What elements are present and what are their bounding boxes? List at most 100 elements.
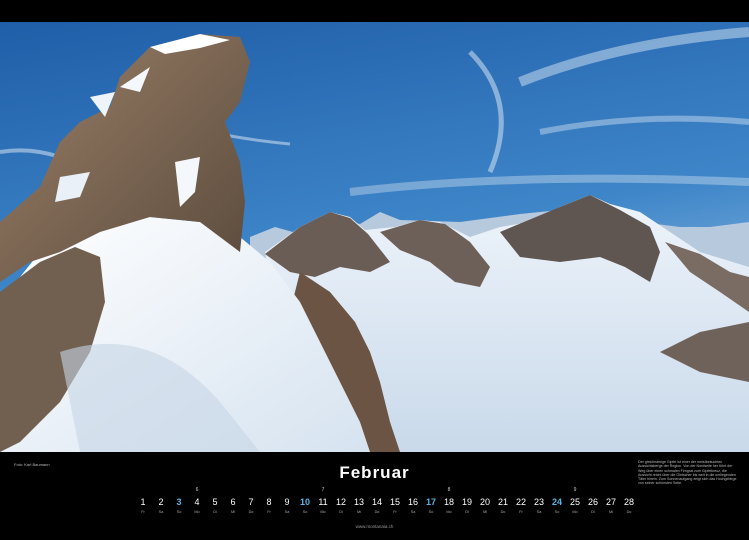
mountain-photo (0, 22, 749, 452)
weekday-abbrev: So (554, 510, 560, 514)
calendar-day: 27 Mi (602, 486, 620, 526)
week-number (224, 486, 242, 495)
day-number: 5 (212, 497, 218, 507)
week-number: 8 (447, 487, 451, 493)
day-number: 2 (158, 497, 164, 507)
calendar-day: 21 Do (494, 486, 512, 526)
week-number: 7 (321, 487, 325, 493)
weekday-abbrev: Fr (393, 510, 397, 514)
weekday-abbrev: Fr (519, 510, 523, 514)
day-number: 28 (623, 497, 634, 507)
calendar-day: 6 Mi (224, 486, 242, 526)
day-number: 15 (389, 497, 400, 507)
calendar-day: 9 Sa (278, 486, 296, 526)
week-number (170, 486, 188, 495)
week-number (260, 486, 278, 495)
calendar-day: 28 Do (620, 486, 638, 526)
weekday-abbrev: Mi (356, 510, 361, 514)
weekday-abbrev: Di (213, 510, 217, 514)
day-number: 27 (605, 497, 616, 507)
day-number: 12 (335, 497, 346, 507)
week-number (242, 486, 260, 495)
day-number: 1 (140, 497, 146, 507)
weekday-abbrev: Mi (482, 510, 487, 514)
day-number: 22 (515, 497, 526, 507)
day-number: 16 (407, 497, 418, 507)
calendar-day: 6 4 Mo (188, 486, 206, 526)
calendar-day: 1 Fr (134, 486, 152, 526)
month-title: Februar (339, 463, 410, 482)
weekday-abbrev: Mo (572, 510, 578, 514)
day-number: 10 (299, 497, 310, 507)
weekday-abbrev: Di (339, 510, 343, 514)
calendar-day: 7 11 Mo (314, 486, 332, 526)
calendar-day: 9 25 Mo (566, 486, 584, 526)
day-number: 7 (248, 497, 254, 507)
weekday-abbrev: So (428, 510, 434, 514)
day-number: 19 (461, 497, 472, 507)
day-number: 6 (230, 497, 236, 507)
day-number: 26 (587, 497, 598, 507)
calendar-day: 2 Sa (152, 486, 170, 526)
week-number: 6 (195, 487, 199, 493)
day-number: 18 (443, 497, 454, 507)
weekday-abbrev: Di (591, 510, 595, 514)
week-number (602, 486, 620, 495)
weekday-abbrev: Fr (267, 510, 271, 514)
week-number (548, 486, 566, 495)
day-number: 17 (425, 497, 436, 507)
calendar-day: 15 Fr (386, 486, 404, 526)
week-number (278, 486, 296, 495)
day-number: 11 (318, 497, 328, 507)
week-number: 9 (573, 487, 577, 493)
day-number: 25 (569, 497, 580, 507)
calendar-day: 10 So (296, 486, 314, 526)
calendar-day: 3 So (170, 486, 188, 526)
day-number: 13 (353, 497, 364, 507)
calendar-day: 5 Di (206, 486, 224, 526)
calendar-day: 22 Fr (512, 486, 530, 526)
day-number: 3 (176, 497, 182, 507)
weekday-abbrev: Do (248, 510, 254, 514)
week-number (620, 486, 638, 495)
day-number: 21 (497, 497, 508, 507)
day-number: 23 (533, 497, 544, 507)
day-number: 8 (266, 497, 272, 507)
week-number (512, 486, 530, 495)
calendar-day: 8 18 Mo (440, 486, 458, 526)
calendar-day: 14 Do (368, 486, 386, 526)
weekday-abbrev: Di (465, 510, 469, 514)
weekday-abbrev: Sa (158, 510, 164, 514)
week-number (368, 486, 386, 495)
week-number (584, 486, 602, 495)
weekday-abbrev: So (176, 510, 182, 514)
calendar-day: 23 Sa (530, 486, 548, 526)
weekday-abbrev: Do (500, 510, 506, 514)
week-number (134, 486, 152, 495)
week-number (386, 486, 404, 495)
weekday-abbrev: Do (626, 510, 632, 514)
calendar-day: 24 So (548, 486, 566, 526)
weekday-abbrev: Sa (536, 510, 542, 514)
weekday-abbrev: Mo (194, 510, 200, 514)
weekday-abbrev: Do (374, 510, 380, 514)
day-number: 9 (284, 497, 290, 507)
week-number (404, 486, 422, 495)
day-number: 4 (194, 497, 200, 507)
week-number (476, 486, 494, 495)
week-number (458, 486, 476, 495)
weekday-abbrev: Fr (141, 510, 145, 514)
calendar-day: 16 Sa (404, 486, 422, 526)
weekday-abbrev: So (302, 510, 308, 514)
calendar-day: 20 Mi (476, 486, 494, 526)
day-number: 20 (479, 497, 490, 507)
week-number (152, 486, 170, 495)
top-border (0, 0, 749, 22)
week-number (350, 486, 368, 495)
week-number (530, 486, 548, 495)
calendar-day: 12 Di (332, 486, 350, 526)
day-number: 24 (551, 497, 562, 507)
weekday-abbrev: Mi (608, 510, 613, 514)
website: www.montanaia.ch (355, 524, 394, 529)
day-number: 14 (371, 497, 382, 507)
